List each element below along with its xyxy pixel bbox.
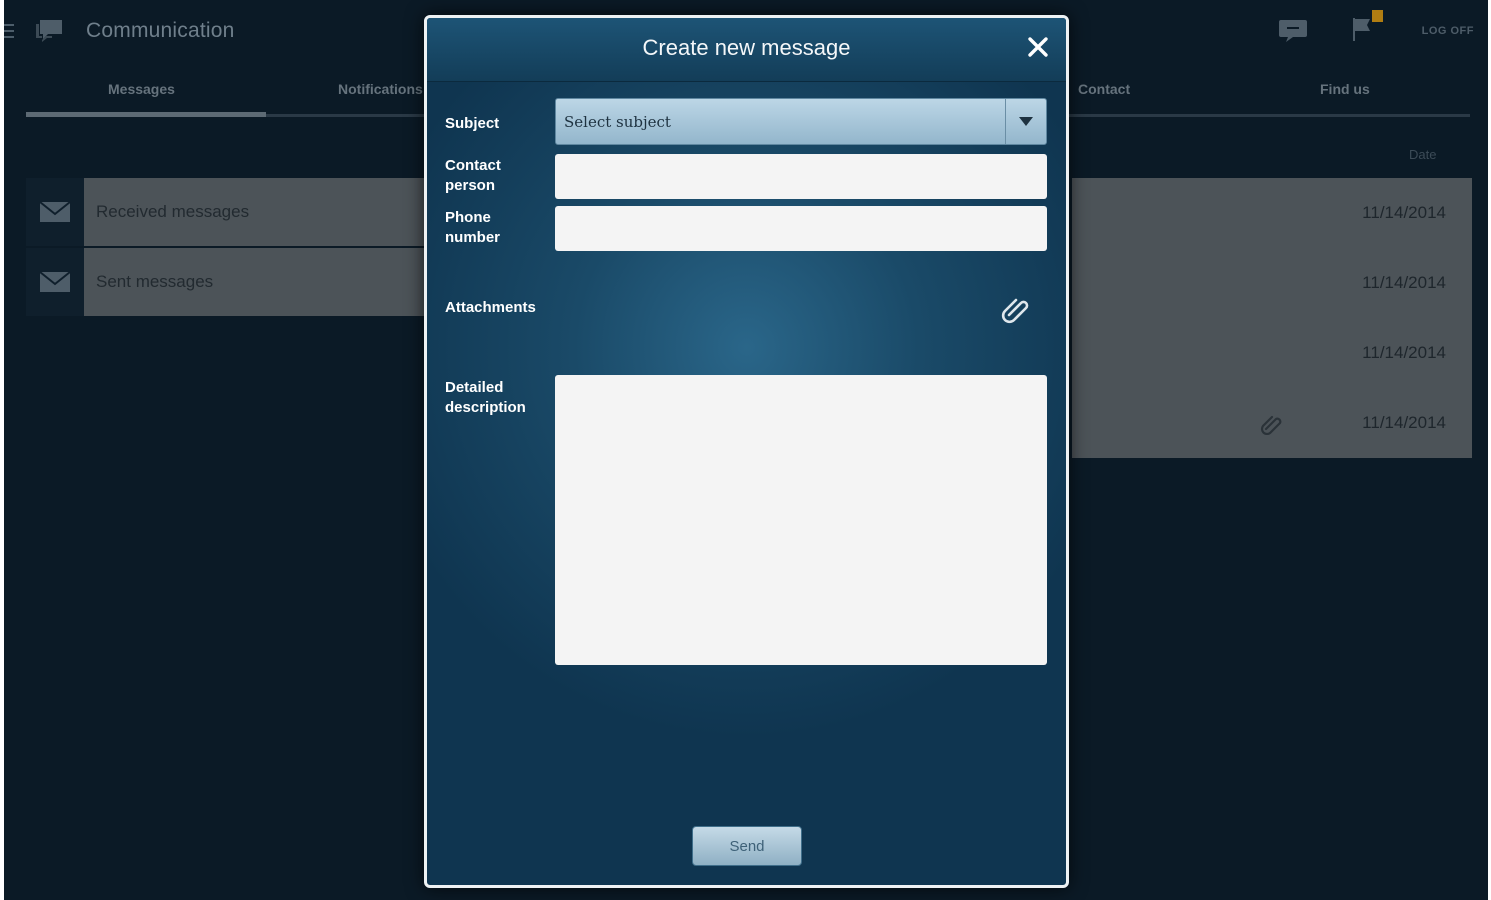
phone-number-input[interactable] <box>555 206 1047 251</box>
subject-label-text: Subject <box>445 115 500 132</box>
description-label: Detailed description <box>445 378 526 418</box>
logoff-button[interactable]: LOG OFF <box>1422 25 1474 37</box>
message-date: 11/14/2014 <box>1362 273 1446 292</box>
paperclip-icon[interactable] <box>1001 294 1031 324</box>
tab-notifications[interactable]: Notifications <box>338 81 423 97</box>
attachments-label: Attachments <box>445 298 536 318</box>
subject-label: Subject <box>445 114 499 134</box>
description-label-line2: description <box>445 399 526 416</box>
contact-person-label: Contact person <box>445 156 501 196</box>
tab-contact[interactable]: Contact <box>1078 81 1130 97</box>
envelope-icon <box>39 201 71 222</box>
send-button[interactable]: Send <box>692 826 802 866</box>
description-label-line1: Detailed <box>445 379 504 396</box>
folder-label-cell: Received messages <box>84 178 426 246</box>
dialog-title: Create new message <box>642 35 851 60</box>
message-icon[interactable] <box>1278 19 1308 43</box>
description-textarea[interactable] <box>555 375 1047 665</box>
folder-label-cell: Sent messages <box>84 248 426 316</box>
app-title: Communication <box>86 19 235 42</box>
message-date: 11/14/2014 <box>1362 413 1446 432</box>
date-column-header: Date <box>1409 147 1437 162</box>
paperclip-icon <box>1260 415 1282 435</box>
phone-number-label: Phone number <box>445 208 500 248</box>
close-icon[interactable] <box>1026 35 1050 59</box>
dialog-header: Create new message <box>427 18 1066 82</box>
folder-label: Received messages <box>96 202 250 221</box>
notification-badge <box>1372 10 1383 22</box>
message-row[interactable]: 11/14/2014 <box>1072 248 1472 318</box>
menu-icon[interactable] <box>4 24 14 38</box>
phone-label-line2: number <box>445 229 501 246</box>
attachments-label-text: Attachments <box>445 299 536 316</box>
folder-icon-cell <box>26 248 84 316</box>
contact-label-line2: person <box>445 177 496 194</box>
tab-active-indicator <box>26 112 266 117</box>
contact-label-line1: Contact <box>445 157 501 174</box>
message-row[interactable]: 11/14/2014 <box>1072 178 1472 248</box>
folder-received-messages[interactable]: Received messages <box>26 178 426 246</box>
message-list: 11/14/2014 11/14/2014 11/14/2014 11/14/2… <box>1072 178 1472 458</box>
create-message-dialog: Create new message Subject Select subjec… <box>424 15 1069 888</box>
subject-select[interactable]: Select subject <box>555 98 1047 145</box>
envelope-icon <box>39 271 71 292</box>
flag-icon[interactable] <box>1350 8 1384 42</box>
message-row[interactable]: 11/14/2014 <box>1072 388 1472 458</box>
phone-label-line1: Phone <box>445 209 491 226</box>
folder-label: Sent messages <box>96 272 214 291</box>
chat-bubble-icon <box>36 20 62 42</box>
message-date: 11/14/2014 <box>1362 203 1446 222</box>
tab-messages[interactable]: Messages <box>108 81 175 97</box>
contact-person-input[interactable] <box>555 154 1047 199</box>
subject-dropdown-toggle[interactable] <box>1005 99 1046 144</box>
message-date: 11/14/2014 <box>1362 343 1446 362</box>
folder-icon-cell <box>26 178 84 246</box>
chevron-down-icon <box>1019 117 1033 126</box>
folder-sent-messages[interactable]: Sent messages <box>26 248 426 316</box>
tab-find-us[interactable]: Find us <box>1320 81 1370 97</box>
message-row[interactable]: 11/14/2014 <box>1072 318 1472 388</box>
subject-select-value: Select subject <box>564 113 671 131</box>
